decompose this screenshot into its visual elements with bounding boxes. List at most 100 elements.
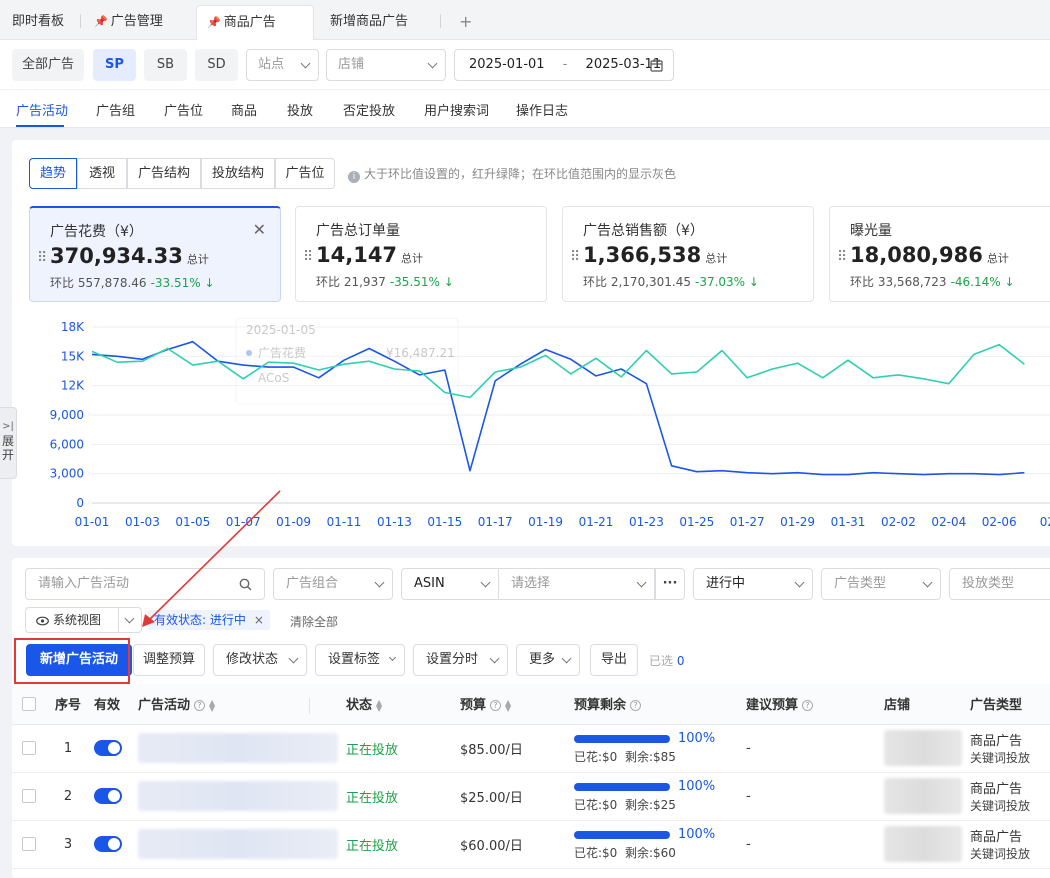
view-ad-structure-button[interactable]: 广告结构 <box>127 158 201 189</box>
enabled-toggle[interactable] <box>94 788 122 804</box>
select-all-checkbox[interactable] <box>22 696 36 711</box>
compare-hint: i 大于环比值设置的，红升绿降；在环比值范围内的显示灰色 <box>348 165 676 183</box>
subnav-operation-log[interactable]: 操作日志 <box>516 100 568 119</box>
drag-handle-icon[interactable]: ⠿ <box>303 249 313 265</box>
select-all-header <box>12 684 46 725</box>
adjust-budget-button[interactable]: 调整预算 <box>133 644 205 676</box>
y-tick-label: 15K <box>61 349 85 363</box>
filter-bar: 全部广告 SP SB SD 站点 店铺 2025-01-01 - 2025-03… <box>0 40 1050 90</box>
system-view-select[interactable]: 系统视图 <box>25 607 119 633</box>
metric-card-sales[interactable]: 广告总销售额（¥） ⠿ 1,366,538 总计 环比 2,170,301.45-… <box>562 206 814 302</box>
sort-icon[interactable]: ▲ ▼ <box>209 698 215 712</box>
trend-line-chart[interactable]: 03,0006,0009,00012K15K18K 01-01 01-03 01-0… <box>0 310 1050 535</box>
drag-handle-icon[interactable]: ⠿ <box>37 250 47 266</box>
subnav-campaigns[interactable]: 广告活动 <box>16 100 68 119</box>
table-row[interactable]: 2 正在投放 $25.00/日 100% 已花:$0 剩余:$25 - 商品广告… <box>12 772 1050 821</box>
target-type-select[interactable]: 投放类型 <box>949 568 1050 600</box>
system-view-dropdown[interactable] <box>118 607 142 633</box>
type-sd-button[interactable]: SD <box>195 49 238 81</box>
type-all-button[interactable]: 全部广告 <box>12 49 84 81</box>
budget-progress-bar <box>574 782 670 791</box>
subnav-negative-targeting[interactable]: 否定投放 <box>343 100 395 119</box>
chevron-down-icon <box>300 58 311 69</box>
tab-dashboard[interactable]: 即时看板 <box>2 5 74 40</box>
subnav-search-terms[interactable]: 用户搜索词 <box>424 100 489 119</box>
close-icon[interactable]: ✕ <box>253 220 266 239</box>
tab-product-ads[interactable]: 📌 商品广告 <box>196 5 314 40</box>
more-filters-button[interactable]: ··· <box>655 568 685 600</box>
modify-status-button[interactable]: 修改状态 <box>213 644 307 676</box>
ad-type-select[interactable]: 广告类型 <box>821 568 941 600</box>
expand-sidebar-button[interactable]: >| 展开 <box>0 407 17 479</box>
campaign-name-redacted[interactable] <box>138 781 338 811</box>
tab-new-product-ad[interactable]: 新增商品广告 <box>320 5 418 40</box>
card-value-row: 14,147 总计 <box>316 243 423 267</box>
sort-icon[interactable]: ▲ ▼ <box>376 698 382 712</box>
metric-card-orders[interactable]: 广告总订单量 ⠿ 14,147 总计 环比 21,937 -35.51% ↓ <box>295 206 547 302</box>
row-checkbox[interactable] <box>22 789 36 803</box>
type-sp-button[interactable]: SP <box>93 49 136 81</box>
enabled-toggle[interactable] <box>94 740 122 756</box>
expand-icon: >| <box>2 421 14 432</box>
metric-card-impressions[interactable]: 曝光量 ⠿ 18,080,986 总计 环比 33,568,723 -46.14% … <box>829 206 1050 302</box>
set-tag-button[interactable]: 设置标签 <box>315 644 405 676</box>
row-select-cell <box>12 724 46 773</box>
clear-all-link[interactable]: 清除全部 <box>290 613 338 630</box>
campaign-name-redacted[interactable] <box>138 733 338 763</box>
subnav-ad-groups[interactable]: 广告组 <box>96 100 135 119</box>
add-tab-button[interactable]: + <box>449 5 482 40</box>
button-label: 设置分时 <box>426 652 479 667</box>
header-label: 状态 <box>346 698 373 714</box>
button-label: 设置标签 <box>328 652 381 667</box>
table-row[interactable]: 1 正在投放 $85.00/日 100% 已花:$0 剩余:$85 - 商品广告… <box>12 724 1050 773</box>
status-select[interactable]: 进行中 <box>693 568 813 600</box>
drag-handle-icon[interactable]: ⠿ <box>837 249 847 265</box>
subnav-products[interactable]: 商品 <box>231 100 257 119</box>
card-value: 370,934.33 <box>50 244 183 268</box>
shop-select[interactable]: 店铺 <box>326 49 446 81</box>
export-button[interactable]: 导出 <box>590 644 638 676</box>
view-target-structure-button[interactable]: 投放结构 <box>201 158 275 189</box>
budget-percent: 100% <box>678 779 716 794</box>
col-header-status[interactable]: 状态 ▲ ▼ <box>342 684 456 725</box>
asin-value-select[interactable]: 请选择 <box>499 568 655 600</box>
row-checkbox[interactable] <box>22 837 36 851</box>
close-icon[interactable]: × <box>254 613 264 627</box>
site-select[interactable]: 站点 <box>246 49 319 81</box>
set-schedule-button[interactable]: 设置分时 <box>413 644 508 676</box>
view-trend-button[interactable]: 趋势 <box>29 158 77 189</box>
campaign-name-redacted[interactable] <box>138 829 338 859</box>
row-budget[interactable]: $60.00/日 <box>456 820 570 869</box>
x-tick-label: 01-21 <box>579 515 614 529</box>
row-checkbox[interactable] <box>22 741 36 755</box>
row-budget[interactable]: $85.00/日 <box>456 724 570 773</box>
x-tick-label: 01-01 <box>75 515 110 529</box>
metric-card-ad-spend[interactable]: 广告花费（¥） ✕ ⠿ 370,934.33 总计 环比 557,878.46 -3… <box>29 206 281 302</box>
change-value: -46.14% <box>950 275 1001 289</box>
button-label: 修改状态 <box>226 652 279 667</box>
view-pivot-button[interactable]: 透视 <box>77 158 127 189</box>
subnav-targeting[interactable]: 投放 <box>287 100 313 119</box>
subnav-placements[interactable]: 广告位 <box>164 100 203 119</box>
selected-label: 已选 <box>649 654 674 668</box>
campaign-search-input[interactable]: 请输入广告活动 <box>25 568 265 600</box>
portfolio-select[interactable]: 广告组合 <box>273 568 393 600</box>
enabled-toggle[interactable] <box>94 836 122 852</box>
row-budget[interactable]: $25.00/日 <box>456 772 570 821</box>
drag-handle-icon[interactable]: ⠿ <box>570 249 580 265</box>
col-header-campaign[interactable]: 广告活动? ▲ ▼ <box>134 684 342 725</box>
x-tick-label: 01-03 <box>125 515 160 529</box>
more-actions-button[interactable]: 更多 <box>516 644 580 676</box>
asin-type-select[interactable]: ASIN <box>401 568 499 600</box>
sort-icon[interactable]: ▲ ▼ <box>505 698 511 712</box>
card-value: 14,147 <box>316 243 398 267</box>
col-header-budget[interactable]: 预算? ▲ ▼ <box>456 684 570 725</box>
table-row[interactable]: 3 正在投放 $60.00/日 100% 已花:$0 剩余:$60 - 商品广告… <box>12 820 1050 869</box>
type-sb-button[interactable]: SB <box>144 49 187 81</box>
target-type: 关键词投放 <box>970 847 1031 861</box>
date-range-picker[interactable]: 2025-01-01 - 2025-03-11 <box>454 49 674 81</box>
view-placement-button[interactable]: 广告位 <box>275 158 335 189</box>
arrow-down-icon: ↓ <box>748 275 759 289</box>
tab-ad-management[interactable]: 📌 广告管理 <box>84 5 173 40</box>
x-tick-label: 01-13 <box>377 515 412 529</box>
